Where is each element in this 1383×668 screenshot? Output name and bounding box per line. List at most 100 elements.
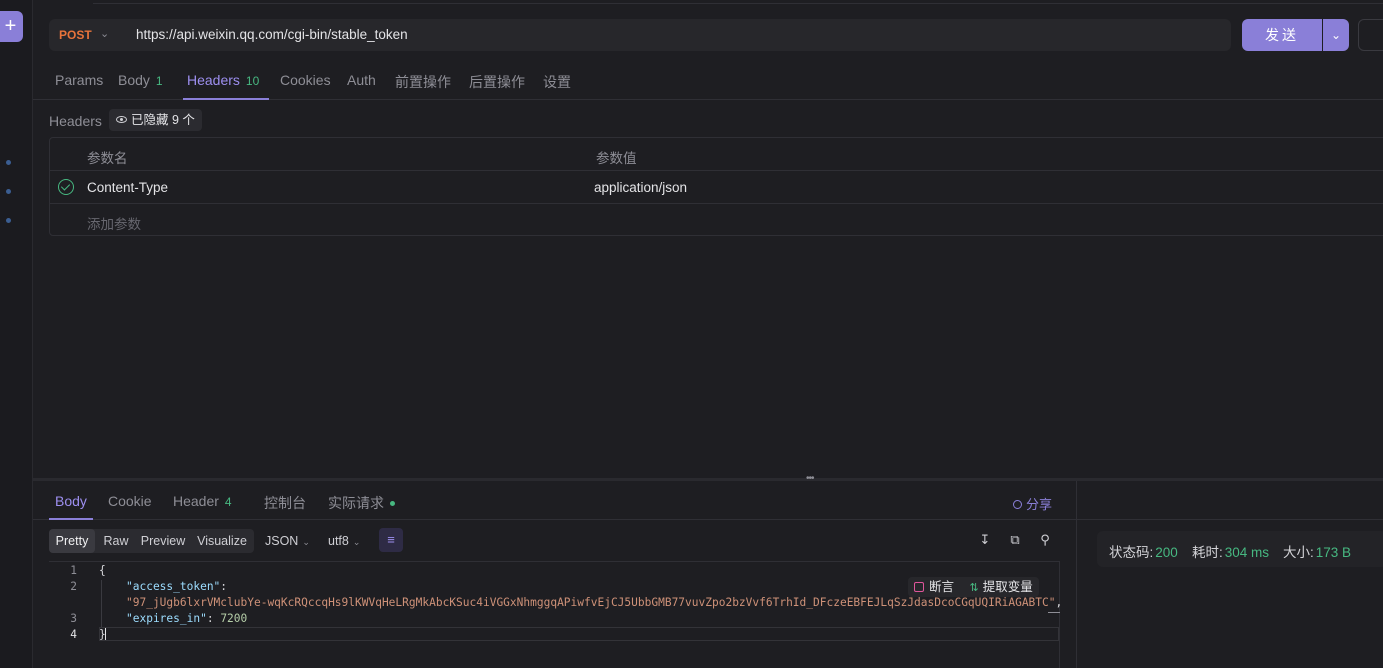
tab-body[interactable]: Body 1: [118, 72, 163, 88]
mode-preview[interactable]: Preview: [137, 529, 189, 553]
word-wrap-icon[interactable]: ≡: [379, 528, 403, 552]
response-tab-actual-request[interactable]: 实际请求: [328, 493, 395, 513]
mode-visualize[interactable]: Visualize: [191, 529, 253, 553]
sidebar-dot-icon: [6, 218, 11, 223]
encoding-select[interactable]: utf8 ⌄: [328, 534, 360, 548]
assert-label: 断言: [929, 580, 955, 594]
mode-pretty[interactable]: Pretty: [49, 529, 95, 553]
eye-icon: [116, 116, 127, 123]
url-input[interactable]: https://api.weixin.qq.com/cgi-bin/stable…: [136, 27, 408, 42]
share-icon: [1013, 500, 1022, 509]
send-options-chevron-icon[interactable]: ⌄: [1323, 19, 1349, 51]
param-value[interactable]: application/json: [594, 180, 687, 195]
sidebar-dot-icon: [6, 189, 11, 194]
active-tab-indicator: [183, 98, 269, 100]
extract-variable-button[interactable]: ⇅ 提取变量: [958, 580, 1033, 594]
chevron-down-icon[interactable]: ⌄: [100, 27, 109, 40]
download-icon[interactable]: ↧: [977, 532, 993, 548]
tab-pre-processors[interactable]: 前置操作: [395, 72, 451, 92]
tab-label: Cookies: [280, 72, 331, 88]
tab-badge: 10: [245, 74, 260, 88]
url-bar: POST ⌄ https://api.weixin.qq.com/cgi-bin…: [49, 19, 1231, 51]
hidden-headers-label: 已隐藏 9 个: [131, 113, 195, 127]
column-header-value: 参数值: [596, 151, 637, 166]
tab-headers[interactable]: Headers 10: [187, 72, 259, 88]
current-line-highlight: [99, 627, 1059, 641]
tab-params[interactable]: Params: [55, 72, 103, 88]
line-number: 4: [70, 628, 77, 641]
response-time-value: 304 ms: [1224, 545, 1270, 560]
tab-post-processors[interactable]: 后置操作: [469, 72, 525, 92]
param-name[interactable]: Content-Type: [87, 180, 168, 195]
json-string-value: "97_jUgb6lxrVMclubYe-wqKcRQccqHs9lKWVqHe…: [126, 596, 1056, 609]
response-tab-body[interactable]: Body: [55, 493, 87, 509]
assert-button[interactable]: 断言: [914, 580, 954, 594]
tab-badge: 1: [155, 74, 163, 88]
response-size: 大小: 173 B: [1283, 541, 1351, 561]
add-param-placeholder[interactable]: 添加参数: [87, 213, 141, 233]
mode-raw[interactable]: Raw: [97, 529, 135, 553]
response-status-summary: 状态码: 200 耗时: 304 ms 大小: 173 B: [1097, 531, 1383, 567]
column-header-name: 参数名: [87, 151, 128, 166]
tab-label: 后置操作: [469, 74, 525, 90]
response-tab-console[interactable]: 控制台: [264, 493, 306, 513]
code-actions-toolbar: 断言 ⇅ 提取变量: [908, 577, 1039, 597]
assert-icon: [914, 582, 924, 592]
indent-guide: [101, 580, 102, 628]
send-button[interactable]: 发送: [1242, 19, 1322, 51]
http-method-select[interactable]: POST: [59, 28, 92, 42]
tab-badge: 4: [224, 495, 232, 509]
tab-label: Header: [173, 493, 219, 509]
tab-label: 设置: [543, 74, 571, 90]
tab-label: Params: [55, 72, 104, 88]
tab-settings[interactable]: 设置: [543, 72, 571, 92]
chevron-down-icon: ⌄: [352, 537, 361, 547]
tab-label: 实际请求: [328, 495, 384, 511]
code-open-brace: {: [99, 564, 106, 577]
tab-cookies[interactable]: Cookies: [280, 72, 331, 88]
headers-section-label: Headers: [49, 113, 102, 129]
enabled-check-icon[interactable]: [58, 179, 74, 195]
line-number: 2: [70, 580, 77, 593]
sidebar-dot-icon: [6, 160, 11, 165]
search-icon[interactable]: ⚲: [1037, 532, 1053, 548]
response-meta-header: [1077, 481, 1383, 520]
code-line-expires-in: "expires_in": 7200: [126, 612, 248, 625]
chevron-down-icon: ⌄: [302, 537, 310, 547]
language-select[interactable]: JSON ⌄: [265, 534, 310, 548]
response-time: 耗时: 304 ms: [1192, 541, 1269, 561]
new-tab-plus-button[interactable]: +: [0, 11, 23, 42]
tab-auth[interactable]: Auth: [347, 72, 376, 88]
share-label: 分享: [1026, 497, 1053, 512]
line-number: 1: [70, 564, 77, 577]
tab-strip-edge: [93, 0, 1383, 4]
copy-icon[interactable]: ⧉: [1007, 532, 1023, 548]
status-code-value: 200: [1155, 545, 1178, 560]
horizontal-scroll-indicator[interactable]: [1048, 612, 1060, 613]
table-row[interactable]: Content-Type application/json: [50, 171, 1383, 204]
json-number-value: 7200: [220, 612, 248, 625]
table-header-row: 参数名 参数值: [50, 138, 1383, 171]
response-meta-panel: 状态码: 200 耗时: 304 ms 大小: 173 B: [1076, 481, 1383, 668]
response-size-label: 大小:: [1283, 545, 1314, 560]
response-tab-cookie[interactable]: Cookie: [108, 493, 152, 509]
response-time-label: 耗时:: [1192, 545, 1223, 560]
code-line-access-token-value: "97_jUgb6lxrVMclubYe-wqKcRQccqHs9lKWVqHe…: [126, 596, 1063, 609]
tab-label: Auth: [347, 72, 376, 88]
json-key: "access_token": [126, 580, 221, 593]
hidden-headers-toggle[interactable]: 已隐藏 9 个: [109, 109, 202, 131]
status-code: 状态码: 200: [1109, 541, 1178, 561]
share-button[interactable]: 分享: [1013, 494, 1052, 513]
extract-variable-label: 提取变量: [982, 580, 1033, 594]
response-size-value: 173 B: [1315, 545, 1352, 560]
tab-label: 前置操作: [395, 74, 451, 90]
language-value: JSON: [265, 534, 299, 548]
save-button-edge[interactable]: [1358, 19, 1383, 51]
status-code-label: 状态码:: [1109, 545, 1154, 560]
line-number: 3: [70, 612, 77, 625]
add-param-row[interactable]: 添加参数: [50, 204, 1383, 237]
status-dot-icon: [390, 501, 395, 506]
response-tabs: Body Cookie Header 4 控制台 实际请求 分享: [33, 481, 1076, 520]
request-tabs: Params Body 1 Headers 10 Cookies Auth 前置操作…: [33, 61, 1383, 100]
response-tab-header[interactable]: Header 4: [173, 493, 232, 509]
